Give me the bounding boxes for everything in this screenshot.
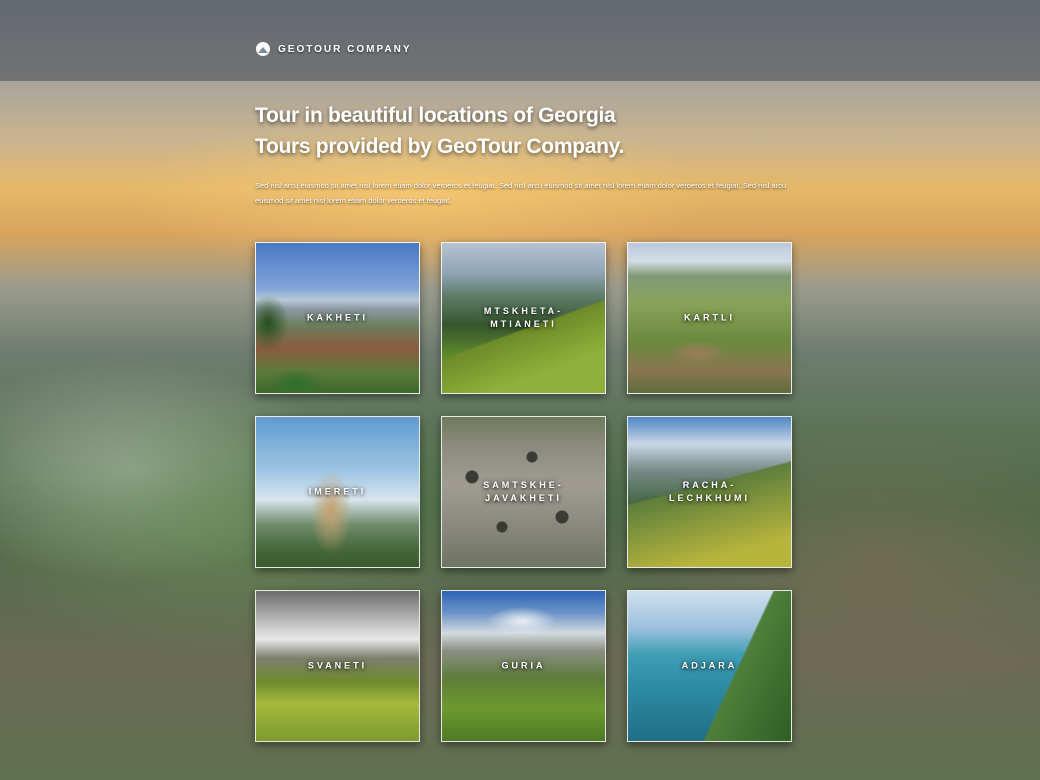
tile-label: SVANETI: [307, 660, 368, 671]
tile-label: MTSKHETA-MTIANETI: [483, 306, 564, 329]
title-line-2: Tours provided by GeoTour Company.: [255, 135, 624, 158]
tile-svaneti[interactable]: SVANETI: [255, 590, 420, 742]
title-line-1: Tour in beautiful locations of Georgia: [255, 104, 616, 127]
tile-label: ADJARA: [681, 660, 738, 671]
brand-name: GEOTOUR COMPANY: [278, 43, 412, 55]
tile-adjara[interactable]: ADJARA: [627, 590, 792, 742]
tile-samtskhe-javakheti[interactable]: SAMTSKHE-JAVAKHETI: [441, 416, 606, 568]
tile-label: RACHA-LECHKHUMI: [669, 480, 750, 503]
tile-kartli[interactable]: KARTLI: [627, 242, 792, 394]
hero-section: Tour in beautiful locations of Georgia T…: [255, 100, 795, 208]
tile-imereti[interactable]: IMERETI: [255, 416, 420, 568]
cloud-mountain-icon: [256, 42, 270, 56]
hero-description: Sed nisl arcu euismod sit amet nisl lore…: [255, 181, 787, 205]
tile-label: KARTLI: [684, 312, 735, 323]
page-title: Tour in beautiful locations of Georgia T…: [255, 100, 795, 162]
tile-label: GURIA: [501, 660, 546, 671]
tile-label: KAKHETI: [307, 312, 368, 323]
header-band: [0, 0, 1040, 81]
tile-mtskheta-mtianeti[interactable]: MTSKHETA-MTIANETI: [441, 242, 606, 394]
region-gallery: KAKHETI MTSKHETA-MTIANETI KARTLI IMERETI…: [255, 242, 792, 742]
tile-label: IMERETI: [308, 486, 367, 497]
tile-guria[interactable]: GURIA: [441, 590, 606, 742]
brand[interactable]: GEOTOUR COMPANY: [256, 42, 412, 56]
tile-racha-lechkhumi[interactable]: RACHA-LECHKHUMI: [627, 416, 792, 568]
tile-label: SAMTSKHE-JAVAKHETI: [483, 480, 564, 503]
tile-kakheti[interactable]: KAKHETI: [255, 242, 420, 394]
